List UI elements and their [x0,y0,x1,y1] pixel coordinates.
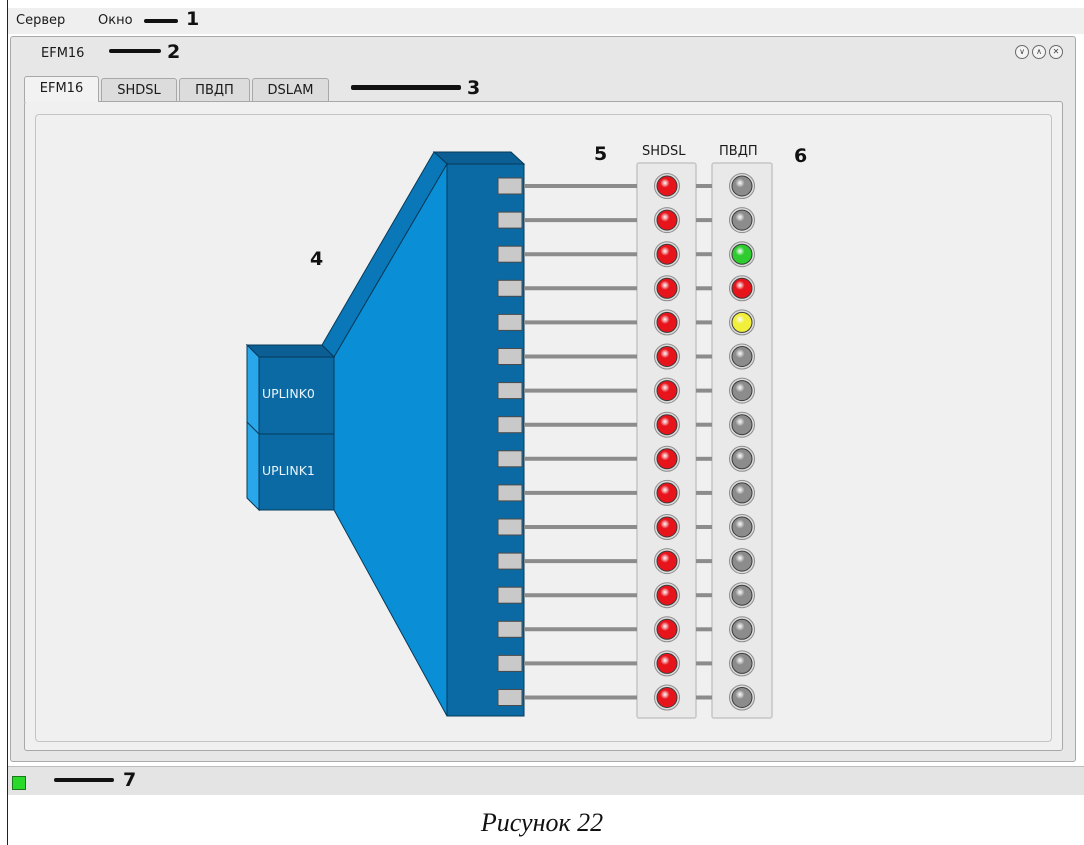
pvdp-led-16-icon [731,687,753,708]
port-9-connector [497,450,523,468]
pvdp-led-3-icon [731,243,753,265]
shdsl-led-6-icon [656,346,678,367]
uplink1-label: UPLINK1 [262,463,315,478]
shdsl-led-11-icon [656,516,678,538]
port-16-connector [497,689,523,706]
pvdp-led-1-icon [731,175,753,197]
callout-number-7: 7 [123,769,137,791]
connection-status-icon [12,776,26,790]
pvdp-led-12-icon [731,550,753,572]
shdsl-led-3-icon [656,243,678,265]
efm16-device-diagram [245,151,773,719]
port-13-connector [497,586,523,604]
shdsl-led-16-icon [656,687,678,708]
shdsl-led-7-icon [656,380,678,402]
pvdp-column-label: ПВДП [719,144,758,159]
port-10-connector [497,484,523,502]
shdsl-led-12-icon [656,550,678,572]
pvdp-led-5-icon [731,311,753,333]
pvdp-led-4-icon [731,277,753,299]
status-bar: 7 [8,766,1084,795]
port-7-connector [497,382,523,400]
port-14-connector [497,620,523,638]
figure-caption: Рисунок 22 [480,808,604,837]
pvdp-led-8-icon [731,414,753,436]
port-12-connector [497,552,523,570]
shdsl-led-1-icon [656,175,678,197]
port-5-connector [497,313,523,331]
shdsl-led-2-icon [656,209,678,231]
port-4-connector [497,279,523,297]
port-6-connector [497,348,523,365]
shdsl-led-10-icon [656,482,678,504]
shdsl-led-4-icon [656,277,678,299]
port-8-connector [497,416,523,434]
shdsl-led-5-icon [656,311,678,333]
pvdp-led-11-icon [731,516,753,538]
callout-pointer-7 [54,778,114,782]
callout-number-5: 5 [594,143,608,165]
port-3-connector [497,245,523,263]
uplink0-label: UPLINK0 [262,386,315,401]
pvdp-led-2-icon [731,209,753,231]
pvdp-led-15-icon [731,652,753,674]
port-2-connector [497,211,523,229]
uplink-top-bevel [245,344,336,358]
callout-number-4: 4 [310,248,324,270]
shdsl-column-label: SHDSL [642,144,686,159]
pvdp-led-10-icon [731,482,753,504]
shdsl-led-9-icon [656,448,678,470]
shdsl-led-15-icon [656,652,678,674]
port-15-connector [497,654,523,672]
port-11-connector [497,518,523,536]
pvdp-led-14-icon [731,618,753,640]
shdsl-led-13-icon [656,584,678,606]
pvdp-led-7-icon [731,380,753,402]
pvdp-led-6-icon [731,346,753,367]
pvdp-led-13-icon [731,584,753,606]
shdsl-led-14-icon [656,618,678,640]
tab-efm16[interactable]: EFM16 [24,76,99,102]
shdsl-led-8-icon [656,414,678,436]
callout-number-6: 6 [794,145,808,167]
pvdp-led-9-icon [731,448,753,470]
port-1-connector [497,177,523,195]
